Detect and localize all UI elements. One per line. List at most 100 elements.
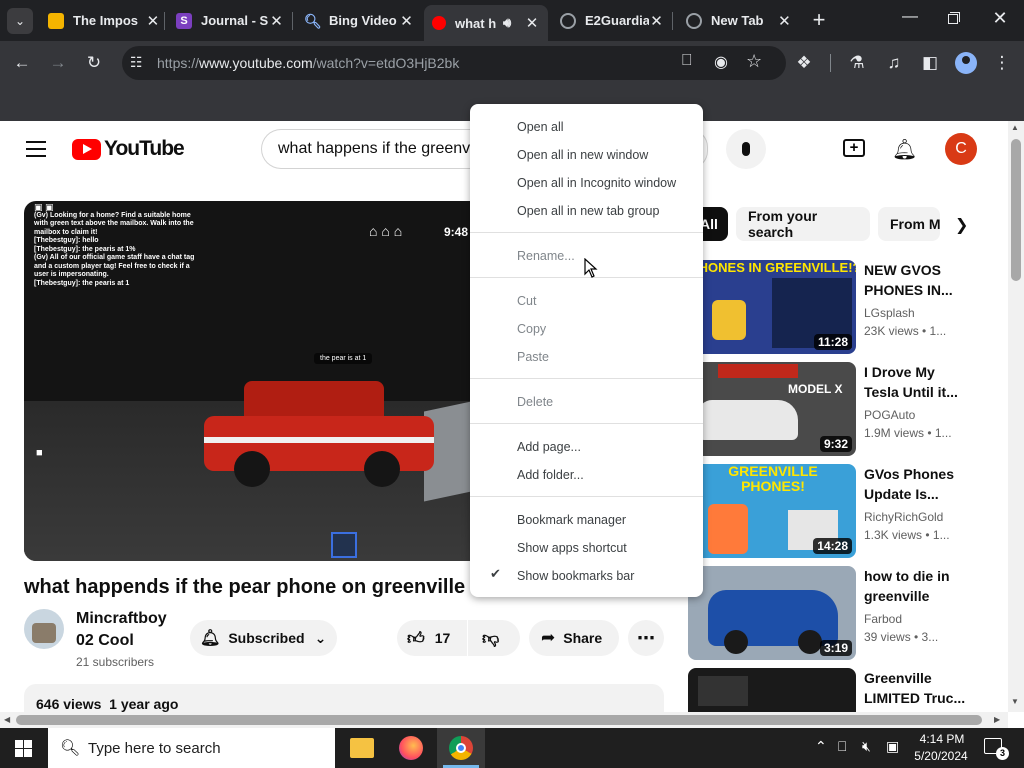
tab-5[interactable]: E2Guardia ✕ <box>560 6 664 35</box>
description-box[interactable]: 646 views 1 year ago <box>24 684 664 712</box>
game-clock: 9:48 <box>444 225 469 239</box>
channel-name[interactable]: Mincraftboy <box>76 610 167 628</box>
eye-slash-icon[interactable]: ◉ <box>714 52 728 72</box>
menu-bookmark-manager[interactable]: Bookmark manager <box>517 513 626 527</box>
back-button[interactable]: ← <box>10 51 34 75</box>
firefox-icon[interactable] <box>399 736 423 760</box>
related-title[interactable]: Greenville LIMITED Truc... <box>864 668 994 708</box>
scroll-up-arrow[interactable]: ▲ <box>1011 123 1019 132</box>
menu-paste[interactable]: Paste <box>517 350 549 364</box>
close-icon[interactable]: ✕ <box>269 12 284 30</box>
vertical-scrollbar[interactable]: ▲ ▼ <box>1008 121 1024 712</box>
close-icon[interactable]: ✕ <box>777 12 792 30</box>
menu-open-all-tab-group[interactable]: Open all in new tab group <box>517 204 659 218</box>
taskbar-search-box[interactable]: 🔍︎ Type here to search <box>48 728 335 768</box>
address-bar[interactable]: ☷ https://www.youtube.com/watch?v=etdO3H… <box>122 46 786 80</box>
chevron-up-icon[interactable]: ⌃ <box>815 738 827 755</box>
related-title[interactable]: how to die in greenville <box>864 566 994 606</box>
chip-from-channel[interactable]: From M <box>878 207 940 241</box>
restore-button[interactable] <box>944 10 964 30</box>
close-icon[interactable]: ✕ <box>399 12 414 30</box>
menu-add-folder[interactable]: Add folder... <box>517 468 584 482</box>
scroll-right-arrow[interactable]: ▶ <box>994 715 1000 724</box>
related-channel[interactable]: Farbod <box>864 612 902 626</box>
close-icon[interactable]: ✕ <box>146 12 160 30</box>
scroll-down-arrow[interactable]: ▼ <box>1011 697 1019 706</box>
menu-copy[interactable]: Copy <box>517 322 546 336</box>
horizontal-scrollbar[interactable]: ◀ ▶ <box>0 712 1008 728</box>
related-thumbnail[interactable]: MODEL X 9:32 <box>688 362 856 456</box>
menu-show-bookmarks-bar[interactable]: Show bookmarks bar <box>517 569 634 583</box>
close-window-button[interactable]: ✕ <box>988 8 1012 29</box>
video-duration: 14:28 <box>813 538 852 554</box>
taskbar-time[interactable]: 4:14 PM <box>914 732 970 746</box>
share-button[interactable]: ➦ Share <box>529 620 619 656</box>
labs-icon[interactable]: ⚗ <box>845 51 869 75</box>
bookmark-star-icon[interactable]: ☆ <box>746 51 762 72</box>
related-thumbnail[interactable]: GREENVILLE PHONES! 14:28 <box>688 464 856 558</box>
minimize-button[interactable]: — <box>898 8 922 26</box>
menu-open-all[interactable]: Open all <box>517 120 564 134</box>
scrollbar-thumb[interactable] <box>16 715 982 725</box>
channel-name-line2[interactable]: 02 Cool <box>76 632 134 650</box>
menu-add-page[interactable]: Add page... <box>517 440 581 454</box>
tab-4-active[interactable]: what h 🔊︎ ✕ <box>424 5 548 41</box>
reload-button[interactable]: ↻ <box>82 51 106 75</box>
create-video-icon[interactable]: + <box>843 139 865 157</box>
microphone-icon[interactable] <box>726 129 766 169</box>
youtube-logo[interactable]: YouTube <box>72 137 185 161</box>
subscribed-button[interactable]: 🔔︎ Subscribed ⌄ <box>190 620 337 656</box>
new-tab-button[interactable]: + <box>808 8 830 32</box>
scroll-left-arrow[interactable]: ◀ <box>4 715 10 724</box>
menu-show-apps-shortcut[interactable]: Show apps shortcut <box>517 541 627 555</box>
dislike-button[interactable]: 👎︎ <box>468 620 520 656</box>
related-thumbnail[interactable] <box>688 668 856 712</box>
related-title[interactable]: I Drove My Tesla Until it... <box>864 362 994 402</box>
close-icon[interactable]: ✕ <box>649 12 664 30</box>
media-controls-icon[interactable]: ♫ <box>882 51 906 75</box>
related-title[interactable]: GVos Phones Update Is... <box>864 464 994 504</box>
like-button[interactable]: 👍︎ 17 <box>397 620 467 656</box>
tab-3[interactable]: 🔍︎ Bing Video ✕ <box>304 6 414 35</box>
related-channel[interactable]: POGAuto <box>864 408 915 422</box>
chrome-taskbar-icon[interactable] <box>437 728 485 768</box>
menu-open-all-new-window[interactable]: Open all in new window <box>517 148 648 162</box>
channel-avatar[interactable] <box>24 609 64 649</box>
cast-icon[interactable]: ⎕ <box>682 52 692 70</box>
tab-6[interactable]: New Tab ✕ <box>686 6 792 35</box>
menu-delete[interactable]: Delete <box>517 395 553 409</box>
menu-kebab-icon[interactable]: ⋮ <box>990 51 1014 75</box>
more-actions-button[interactable]: ⋯ <box>628 620 664 656</box>
menu-cut[interactable]: Cut <box>517 294 536 308</box>
tab-1[interactable]: The Impos ✕ <box>48 6 160 35</box>
notifications-bell-icon[interactable]: 🔔︎ <box>892 137 917 162</box>
account-avatar[interactable]: C <box>945 133 977 165</box>
forward-button[interactable]: → <box>46 51 70 75</box>
speaker-icon[interactable]: 🔊︎ <box>503 15 511 31</box>
display-icon[interactable]: ▣ <box>886 738 899 755</box>
volume-muted-icon[interactable]: 🔇︎ <box>862 738 871 755</box>
tab-search-button[interactable]: ⌄ <box>7 8 33 34</box>
chat-line: (Gv) Looking for a home? Find a suitable… <box>34 211 191 219</box>
menu-rename[interactable]: Rename... <box>517 249 575 263</box>
file-explorer-icon[interactable] <box>350 738 374 758</box>
related-thumbnail[interactable]: PHONES IN GREENVILLE!? 11:28 <box>688 260 856 354</box>
close-icon[interactable]: ✕ <box>524 14 540 32</box>
chip-from-your-search[interactable]: From your search <box>736 207 870 241</box>
taskbar-date[interactable]: 5/20/2024 <box>910 749 972 763</box>
related-channel[interactable]: RichyRichGold <box>864 510 943 524</box>
extensions-icon[interactable]: ❖ <box>792 51 816 75</box>
menu-open-all-incognito[interactable]: Open all in Incognito window <box>517 176 676 190</box>
network-icon[interactable]: ⎕ <box>838 738 846 755</box>
windows-start-icon[interactable] <box>15 740 33 758</box>
side-panel-icon[interactable]: ◧ <box>918 51 942 75</box>
scrollbar-thumb[interactable] <box>1011 139 1021 281</box>
hamburger-menu-icon[interactable] <box>26 141 46 157</box>
related-thumbnail[interactable]: 3:19 <box>688 566 856 660</box>
related-title[interactable]: NEW GVOS PHONES IN... <box>864 260 994 300</box>
related-channel[interactable]: LGsplash <box>864 306 915 320</box>
site-info-icon[interactable]: ☷ <box>130 54 143 71</box>
chevron-right-icon[interactable]: ❯ <box>955 215 968 235</box>
tab-2[interactable]: S Journal - S ✕ <box>176 6 284 35</box>
profile-avatar-icon[interactable] <box>955 52 977 74</box>
